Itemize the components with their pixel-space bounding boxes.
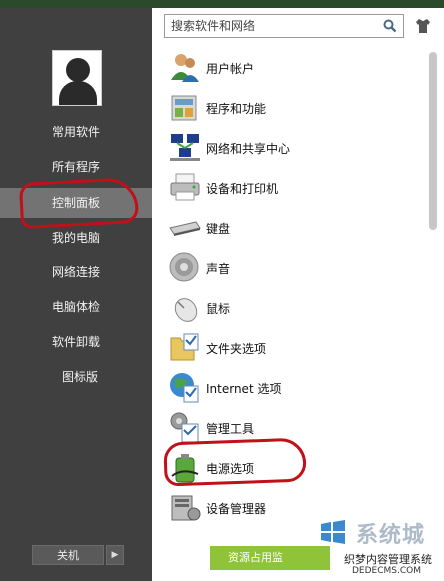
speaker-icon: [169, 252, 199, 282]
nav-item-label: 我的电脑: [52, 231, 101, 245]
item-label: Internet 选项: [206, 382, 282, 396]
scrollbar-thumb[interactable]: [429, 52, 437, 230]
search-box: [164, 14, 404, 38]
nav-item-label: 软件卸载: [52, 335, 101, 349]
admin-tools-icon: [170, 412, 199, 443]
desktop-strip: [0, 0, 444, 8]
watermark: 系统城 织梦内容管理系统 DEDECMS.COM: [304, 511, 444, 581]
start-menu-window: 常用软件 所有程序 控制面板 我的电脑 网络连接 电脑体检 软件卸载 图标版 关…: [0, 0, 444, 581]
watermark-brand: 系统城: [356, 523, 426, 548]
watermark-line1: 织梦内容管理系统: [342, 551, 434, 567]
item-label: 文件夹选项: [206, 342, 267, 356]
item-label: 电源选项: [206, 462, 255, 476]
list-item-internet-options[interactable]: Internet 选项: [168, 368, 418, 408]
item-label: 设备管理器: [206, 502, 267, 516]
nav-item-common-software[interactable]: 常用软件: [0, 117, 152, 147]
folder-options-icon: [170, 333, 199, 361]
avatar[interactable]: [52, 50, 102, 106]
nav-item-label: 所有程序: [52, 160, 101, 174]
item-label: 设备和打印机: [206, 182, 279, 196]
keyboard-icon: [169, 221, 201, 236]
right-panel: 用户帐户 程序和功能 网络和共享中心 设备和打印机: [152, 8, 444, 581]
nav-item-label: 图标版: [62, 370, 99, 384]
list-item-mouse[interactable]: 鼠标: [168, 288, 418, 328]
user-head-icon: [66, 58, 90, 82]
item-label: 程序和功能: [206, 102, 267, 116]
skin-shirt-icon[interactable]: [414, 17, 432, 35]
item-label: 键盘: [206, 222, 231, 236]
item-label: 网络和共享中心: [206, 142, 291, 156]
internet-options-icon: [170, 373, 199, 403]
list-item-keyboard[interactable]: 键盘: [168, 208, 418, 248]
users-icon: [171, 54, 199, 82]
list-item-programs[interactable]: 程序和功能: [168, 88, 418, 128]
left-panel: 常用软件 所有程序 控制面板 我的电脑 网络连接 电脑体检 软件卸载 图标版 关…: [0, 8, 152, 581]
printer-icon: [170, 173, 200, 201]
nav-item-pc-checkup[interactable]: 电脑体检: [0, 292, 152, 322]
list-item-network-center[interactable]: 网络和共享中心: [168, 128, 418, 168]
list-item-power-options[interactable]: 电源选项: [163, 437, 418, 488]
watermark-line2: DEDECMS.COM: [352, 566, 421, 576]
nav-item-label: 常用软件: [52, 125, 101, 139]
item-label: 鼠标: [206, 302, 231, 316]
user-body-icon: [59, 81, 97, 105]
programs-icon: [171, 95, 197, 121]
nav-item-my-computer[interactable]: 我的电脑: [0, 223, 152, 253]
nav-item-all-programs[interactable]: 所有程序: [0, 152, 152, 182]
item-label: 管理工具: [206, 422, 255, 436]
scrollbar[interactable]: [428, 50, 438, 570]
list-item-sound[interactable]: 声音: [168, 248, 418, 288]
power-options-icon: [171, 454, 199, 483]
device-manager-icon: [171, 495, 201, 521]
nav-item-network[interactable]: 网络连接: [0, 257, 152, 287]
red-annotation-circle: [18, 176, 140, 230]
shutdown-options-arrow-icon[interactable]: ▶: [106, 545, 124, 565]
shutdown-group: 关机 ▶: [32, 545, 124, 565]
nav-item-label: 网络连接: [52, 265, 101, 279]
nav-item-label: 电脑体检: [52, 300, 101, 314]
list-item-user-accounts[interactable]: 用户帐户: [168, 48, 418, 88]
windows-logo-icon: [321, 520, 345, 544]
list-item-devices-printers[interactable]: 设备和打印机: [168, 168, 418, 208]
search-icon[interactable]: [383, 19, 397, 33]
network-icon: [170, 134, 200, 161]
nav-item-icon-view[interactable]: 图标版: [0, 362, 152, 392]
list-item-folder-options[interactable]: 文件夹选项: [168, 328, 418, 368]
item-label: 声音: [206, 262, 231, 276]
search-input[interactable]: [165, 15, 375, 37]
mouse-icon: [174, 298, 198, 322]
shutdown-button[interactable]: 关机: [32, 545, 104, 565]
nav-item-uninstall[interactable]: 软件卸载: [0, 327, 152, 357]
item-label: 用户帐户: [206, 62, 255, 76]
